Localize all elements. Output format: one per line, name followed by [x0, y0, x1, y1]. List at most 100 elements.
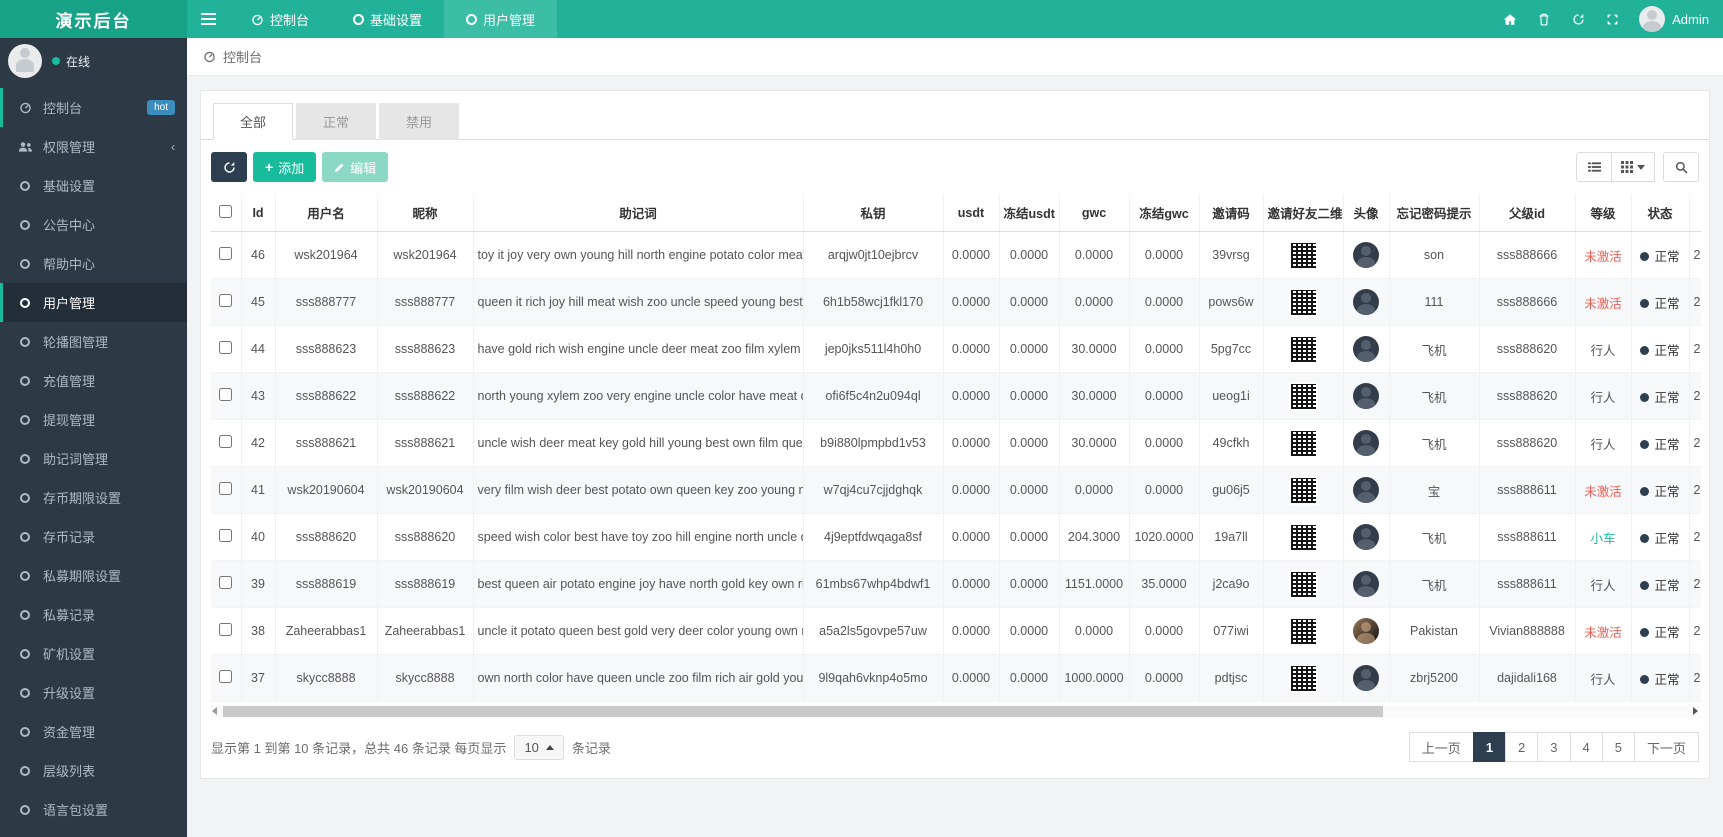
- row-checkbox[interactable]: [219, 435, 233, 448]
- row-avatar[interactable]: [1353, 665, 1379, 691]
- column-header[interactable]: Id: [240, 194, 275, 232]
- column-header[interactable]: 私钥: [802, 194, 943, 232]
- select-all-checkbox[interactable]: [219, 204, 233, 218]
- sidebar-item-K线设置[interactable]: K线设置: [0, 829, 187, 837]
- qrcode-image[interactable]: [1288, 428, 1318, 458]
- column-header[interactable]: gwc: [1058, 194, 1129, 232]
- qrcode-image[interactable]: [1288, 334, 1318, 364]
- column-header[interactable]: 邀请好友二维码: [1262, 194, 1343, 232]
- page-button-4[interactable]: 4: [1569, 732, 1603, 762]
- horizontal-scrollbar[interactable]: [211, 705, 1699, 718]
- row-checkbox[interactable]: [219, 576, 233, 589]
- row-avatar[interactable]: [1353, 618, 1379, 644]
- sidebar-item-层级列表[interactable]: 层级列表: [0, 751, 187, 790]
- sidebar-item-用户管理[interactable]: 用户管理: [0, 283, 187, 322]
- columns-dropdown-button[interactable]: [1611, 152, 1655, 182]
- page-button-2[interactable]: 2: [1505, 732, 1539, 762]
- qrcode-image[interactable]: [1288, 381, 1318, 411]
- sidebar-item-控制台[interactable]: 控制台 hot: [0, 88, 187, 127]
- row-checkbox[interactable]: [219, 623, 233, 636]
- scroll-right-icon[interactable]: [1693, 707, 1698, 715]
- row-avatar[interactable]: [1353, 430, 1379, 456]
- row-avatar[interactable]: [1353, 524, 1379, 550]
- column-header[interactable]: 忘记密码提示: [1388, 194, 1479, 232]
- column-header[interactable]: usdt: [942, 194, 999, 232]
- sidebar-item-存币记录[interactable]: 存币记录: [0, 517, 187, 556]
- page-button-3[interactable]: 3: [1537, 732, 1571, 762]
- row-avatar[interactable]: [1353, 336, 1379, 362]
- scrollbar-thumb[interactable]: [223, 706, 1383, 717]
- qrcode-image[interactable]: [1288, 240, 1318, 270]
- sidebar-item-语言包设置[interactable]: 语言包设置: [0, 790, 187, 829]
- page-button-1[interactable]: 1: [1472, 732, 1507, 762]
- column-header[interactable]: 用户名: [274, 194, 377, 232]
- column-header[interactable]: 头像: [1342, 194, 1389, 232]
- column-header[interactable]: 助记词: [472, 194, 803, 232]
- home-icon[interactable]: [1493, 0, 1527, 38]
- row-avatar[interactable]: [1353, 571, 1379, 597]
- column-header[interactable]: 昵称: [376, 194, 473, 232]
- qrcode-image[interactable]: [1288, 616, 1318, 646]
- sidebar-item-公告中心[interactable]: 公告中心: [0, 205, 187, 244]
- tab-禁用[interactable]: 禁用: [379, 103, 460, 140]
- nav-tab-1[interactable]: 控制台: [229, 0, 331, 38]
- page-size-select[interactable]: 10: [514, 734, 564, 760]
- tab-全部[interactable]: 全部: [213, 103, 294, 140]
- nav-tab-3[interactable]: 用户管理: [444, 0, 558, 38]
- row-checkbox[interactable]: [219, 388, 233, 401]
- sidebar-item-矿机设置[interactable]: 矿机设置: [0, 634, 187, 673]
- qrcode-image[interactable]: [1288, 663, 1318, 693]
- row-checkbox[interactable]: [219, 670, 233, 683]
- add-button[interactable]: + 添加: [253, 152, 317, 182]
- edit-button[interactable]: 编辑: [322, 152, 389, 182]
- column-header[interactable]: 状态: [1630, 194, 1689, 232]
- sidebar-item-基础设置[interactable]: 基础设置: [0, 166, 187, 205]
- column-header[interactable]: 等级: [1574, 194, 1631, 232]
- row-checkbox[interactable]: [219, 482, 233, 495]
- sidebar-item-资金管理[interactable]: 资金管理: [0, 712, 187, 751]
- search-button[interactable]: [1663, 152, 1699, 182]
- sidebar-toggle-button[interactable]: [187, 0, 229, 38]
- qrcode-image[interactable]: [1288, 522, 1318, 552]
- user-menu[interactable]: Admin: [1639, 6, 1709, 32]
- qrcode-image[interactable]: [1288, 475, 1318, 505]
- scroll-left-icon[interactable]: [212, 707, 217, 715]
- sidebar-item-充值管理[interactable]: 充值管理: [0, 361, 187, 400]
- row-checkbox[interactable]: [219, 529, 233, 542]
- column-header[interactable]: 父级id: [1478, 194, 1575, 232]
- sidebar-item-私募记录[interactable]: 私募记录: [0, 595, 187, 634]
- trash-icon[interactable]: [1527, 0, 1561, 38]
- sidebar-item-提现管理[interactable]: 提现管理: [0, 400, 187, 439]
- qrcode-image[interactable]: [1288, 287, 1318, 317]
- sidebar-item-存币期限设置[interactable]: 存币期限设置: [0, 478, 187, 517]
- cell-parent-id: sss888666: [1478, 278, 1575, 326]
- sidebar-item-权限管理[interactable]: 权限管理 ‹: [0, 127, 187, 166]
- sidebar-item-帮助中心[interactable]: 帮助中心: [0, 244, 187, 283]
- tab-正常[interactable]: 正常: [296, 103, 377, 140]
- qrcode-image[interactable]: [1288, 569, 1318, 599]
- cell-username: sss888620: [274, 513, 377, 561]
- row-checkbox[interactable]: [219, 341, 233, 354]
- detail-view-button[interactable]: [1576, 152, 1612, 182]
- row-avatar[interactable]: [1353, 242, 1379, 268]
- next-page-button[interactable]: 下一页: [1633, 732, 1699, 762]
- refresh-cache-icon[interactable]: [1561, 0, 1595, 38]
- column-header[interactable]: 邀请码: [1198, 194, 1263, 232]
- table-scroll-area[interactable]: Id用户名昵称助记词私钥usdt冻结usdtgwc冻结gwc邀请码邀请好友二维码…: [211, 194, 1701, 702]
- page-button-5[interactable]: 5: [1601, 732, 1635, 762]
- refresh-button[interactable]: [211, 152, 247, 182]
- sidebar-item-升级设置[interactable]: 升级设置: [0, 673, 187, 712]
- column-header[interactable]: 冻结usdt: [998, 194, 1059, 232]
- nav-tab-2[interactable]: 基础设置: [331, 0, 444, 38]
- row-checkbox[interactable]: [219, 247, 233, 260]
- row-checkbox[interactable]: [219, 294, 233, 307]
- sidebar-item-私募期限设置[interactable]: 私募期限设置: [0, 556, 187, 595]
- prev-page-button[interactable]: 上一页: [1408, 732, 1474, 762]
- row-avatar[interactable]: [1353, 289, 1379, 315]
- fullscreen-icon[interactable]: [1595, 0, 1629, 38]
- column-header[interactable]: 冻结gwc: [1128, 194, 1199, 232]
- row-avatar[interactable]: [1353, 383, 1379, 409]
- sidebar-item-助记词管理[interactable]: 助记词管理: [0, 439, 187, 478]
- row-avatar[interactable]: [1353, 477, 1379, 503]
- sidebar-item-轮播图管理[interactable]: 轮播图管理: [0, 322, 187, 361]
